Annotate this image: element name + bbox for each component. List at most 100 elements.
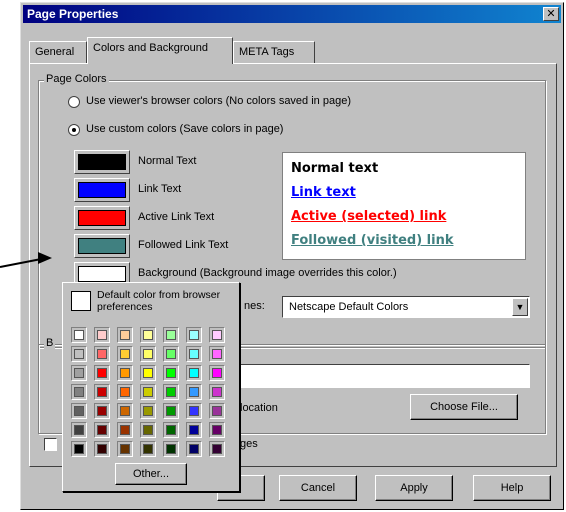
color-grid-cell[interactable] [186,346,202,362]
color-grid-cell[interactable] [117,327,133,343]
color-grid-cell[interactable] [163,422,179,438]
color-grid-cell[interactable] [140,365,156,381]
close-button[interactable]: ✕ [543,7,559,21]
color-grid-cell[interactable] [209,384,225,400]
window-title: Page Properties [27,7,119,21]
color-grid-cell[interactable] [209,365,225,381]
color-grid-swatch [143,406,153,416]
color-grid-cell[interactable] [94,441,110,457]
color-grid-cell[interactable] [117,403,133,419]
color-grid-cell[interactable] [186,403,202,419]
tab-meta-tags[interactable]: META Tags [233,41,315,63]
color-grid-cell[interactable] [163,384,179,400]
apply-button[interactable]: Apply [375,475,453,501]
other-color-button[interactable]: Other... [115,463,187,485]
color-grid-cell[interactable] [71,327,87,343]
cancel-button[interactable]: Cancel [279,475,357,501]
color-scheme-value: Netscape Default Colors [289,301,409,313]
followed-link-color-button[interactable] [74,234,130,258]
color-grid-swatch [97,387,107,397]
tab-colors-and-background[interactable]: Colors and Background [87,37,233,64]
use-image-checkbox[interactable] [44,438,57,451]
color-grid-cell[interactable] [163,403,179,419]
color-grid-swatch [189,406,199,416]
color-grid-swatch [212,368,222,378]
color-grid-cell[interactable] [140,403,156,419]
color-grid-cell[interactable] [209,346,225,362]
color-swatch [78,182,126,198]
color-grid-cell[interactable] [186,422,202,438]
color-grid-cell[interactable] [94,403,110,419]
preview-followed-link: Followed (visited) link [291,233,454,248]
color-grid-swatch [212,330,222,340]
color-grid-swatch [143,349,153,359]
color-grid-cell[interactable] [71,403,87,419]
color-grid-cell[interactable] [71,384,87,400]
color-grid-cell[interactable] [163,441,179,457]
color-preview-panel: Normal text Link text Active (selected) … [282,152,526,260]
color-grid-cell[interactable] [140,327,156,343]
color-grid-cell[interactable] [71,365,87,381]
color-swatch [78,210,126,226]
normal-text-color-button[interactable] [74,150,130,174]
tab-colors-label: Colors and Background [93,42,208,54]
color-grid-cell[interactable] [117,422,133,438]
color-grid-swatch [120,330,130,340]
color-grid-cell[interactable] [209,403,225,419]
color-grid-cell[interactable] [71,441,87,457]
color-grid-cell[interactable] [186,327,202,343]
color-grid-cell[interactable] [163,327,179,343]
color-grid-swatch [189,330,199,340]
color-grid-cell[interactable] [94,422,110,438]
tab-general[interactable]: General [29,41,87,63]
color-grid-cell[interactable] [117,365,133,381]
color-grid-cell[interactable] [94,384,110,400]
color-grid-swatch [166,349,176,359]
color-grid-cell[interactable] [140,441,156,457]
color-grid-swatch [189,368,199,378]
color-grid-cell[interactable] [94,346,110,362]
color-grid-cell[interactable] [140,384,156,400]
choose-file-label: Choose File... [430,401,498,413]
color-grid-cell[interactable] [209,327,225,343]
use-browser-colors-radio[interactable] [68,96,80,108]
color-grid-swatch [74,387,84,397]
color-grid-cell[interactable] [117,346,133,362]
color-grid-cell[interactable] [186,384,202,400]
help-button[interactable]: Help [473,475,551,501]
color-grid-swatch [143,368,153,378]
color-grid-cell[interactable] [186,441,202,457]
use-custom-colors-radio[interactable] [68,124,80,136]
color-grid-swatch [166,406,176,416]
close-icon: ✕ [546,8,556,20]
color-grid-swatch [74,444,84,454]
color-grid-cell[interactable] [94,327,110,343]
color-grid-swatch [97,406,107,416]
color-grid-cell[interactable] [163,346,179,362]
color-grid-swatch [120,368,130,378]
color-grid-swatch [74,425,84,435]
color-grid-cell[interactable] [209,441,225,457]
color-grid-cell[interactable] [186,365,202,381]
color-grid-cell[interactable] [140,422,156,438]
default-color-label[interactable]: Default color from browser preferences [97,289,233,313]
color-grid-cell[interactable] [163,365,179,381]
color-grid-cell[interactable] [71,422,87,438]
link-text-color-button[interactable] [74,178,130,202]
default-color-swatch[interactable] [71,291,91,311]
color-grid-cell[interactable] [140,346,156,362]
color-grid-cell[interactable] [117,441,133,457]
tab-general-label: General [35,46,75,58]
title-bar: Page Properties ✕ [23,5,561,23]
background-image-input[interactable] [236,364,530,388]
color-scheme-dropdown[interactable]: Netscape Default Colors ▼ [282,296,530,318]
color-grid-cell[interactable] [71,346,87,362]
color-grid-swatch [212,425,222,435]
color-grid-cell[interactable] [209,422,225,438]
color-grid-cell[interactable] [117,384,133,400]
cancel-label: Cancel [300,482,336,494]
choose-file-button[interactable]: Choose File... [410,394,518,420]
active-link-color-button[interactable] [74,206,130,230]
color-grid-cell[interactable] [94,365,110,381]
down-arrow-icon[interactable]: ▼ [512,298,528,316]
